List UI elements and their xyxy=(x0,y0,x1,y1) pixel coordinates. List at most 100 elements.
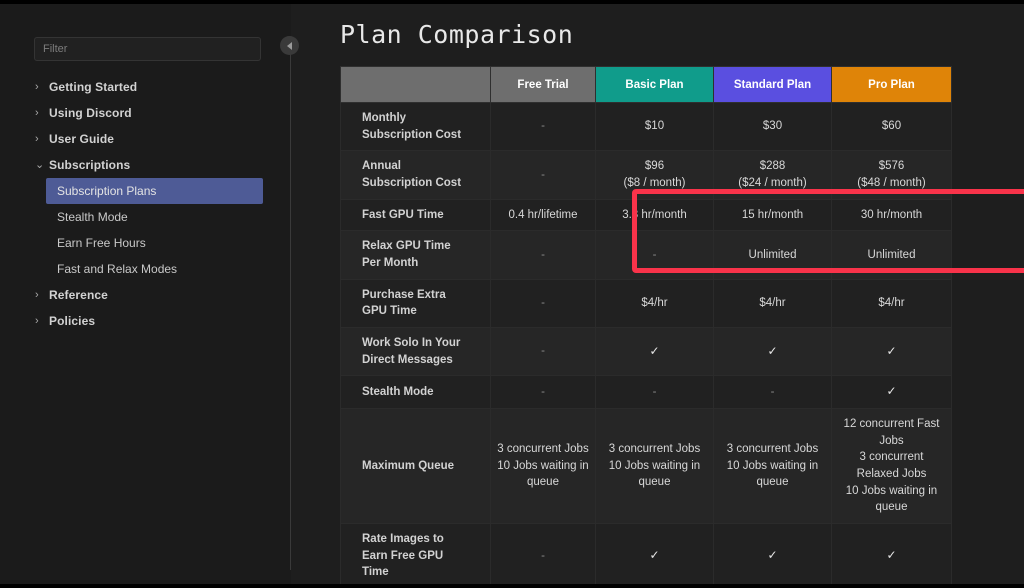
table-cell: - xyxy=(490,375,596,410)
top-edge-strip xyxy=(0,0,1024,4)
sidebar-item-stealth-mode[interactable]: Stealth Mode xyxy=(0,204,291,230)
filter-input[interactable] xyxy=(34,37,261,61)
table-cell: $4/hr xyxy=(595,278,714,329)
table-cell: - xyxy=(490,150,596,200)
table-cell: ✓ xyxy=(831,327,952,377)
page-title: Plan Comparison xyxy=(340,20,574,49)
sidebar-collapse-button[interactable] xyxy=(280,36,299,55)
table-cell: $576 ($48 / month) xyxy=(831,150,952,200)
table-cell: $288 ($24 / month) xyxy=(713,150,832,200)
bottom-edge-strip xyxy=(0,584,1024,588)
check-icon: ✓ xyxy=(886,384,897,399)
table-cell: 12 concurrent Fast Jobs 3 concurrent Rela… xyxy=(831,408,952,525)
chevron-right-icon: › xyxy=(35,80,39,93)
chevron-right-icon: › xyxy=(35,314,39,327)
table-row: Stealth Mode - - - ✓ xyxy=(340,375,952,410)
row-label: Fast GPU Time xyxy=(340,198,491,232)
table-cell: - xyxy=(595,230,714,280)
table-cell: Unlimited xyxy=(713,230,832,280)
sidebar-item-earn-free-hours[interactable]: Earn Free Hours xyxy=(0,230,291,256)
sidebar-item-label: Subscription Plans xyxy=(57,184,157,198)
sidebar-item-label: User Guide xyxy=(49,132,115,146)
header-basic-plan: Basic Plan xyxy=(595,66,714,103)
sidebar-item-label: Using Discord xyxy=(49,106,132,120)
table-cell: 3.3 hr/month xyxy=(595,198,714,232)
table-cell: - xyxy=(490,101,596,152)
dash-placeholder: - xyxy=(770,385,775,398)
table-cell: - xyxy=(595,375,714,410)
sidebar-item-subscriptions[interactable]: ⌄ Subscriptions xyxy=(0,152,291,178)
table-cell: $10 xyxy=(595,101,714,152)
table-row: Maximum Queue 3 concurrent Jobs 10 Jobs wa… xyxy=(340,408,952,525)
check-icon: ✓ xyxy=(649,548,660,563)
table-cell: - xyxy=(490,327,596,377)
table-cell: 3 concurrent Jobs 10 Jobs waiting in queu… xyxy=(490,408,596,525)
row-label: Stealth Mode xyxy=(340,375,491,410)
table-cell: ✓ xyxy=(831,375,952,410)
table-cell: Unlimited xyxy=(831,230,952,280)
sidebar-item-label: Subscriptions xyxy=(49,158,131,172)
dash-placeholder: - xyxy=(652,385,657,398)
plan-comparison-table-wrapper: Free Trial Basic Plan Standard Plan Pro … xyxy=(340,66,952,588)
table-row: Purchase Extra GPU Time - $4/hr $4/hr $4/hr xyxy=(340,278,952,329)
table-cell: - xyxy=(490,523,596,588)
dash-placeholder: - xyxy=(541,248,545,261)
table-row: Fast GPU Time 0.4 hr/lifetime 3.3 hr/month… xyxy=(340,198,952,232)
table-row: Rate Images to Earn Free GPU Time - ✓ ✓ ✓ xyxy=(340,523,952,588)
table-cell: $4/hr xyxy=(831,278,952,329)
dash-placeholder: - xyxy=(541,549,545,562)
chevron-right-icon: › xyxy=(35,132,39,145)
sidebar-item-subscription-plans[interactable]: Subscription Plans xyxy=(46,178,263,204)
table-cell: $30 xyxy=(713,101,832,152)
sidebar-item-label: Stealth Mode xyxy=(57,210,128,224)
sidebar-item-getting-started[interactable]: › Getting Started xyxy=(0,74,291,100)
table-cell: 0.4 hr/lifetime xyxy=(490,198,596,232)
sidebar-item-using-discord[interactable]: › Using Discord xyxy=(0,100,291,126)
table-cell: - xyxy=(713,375,832,410)
row-label: Relax GPU Time Per Month xyxy=(340,230,491,280)
table-cell: ✓ xyxy=(713,327,832,377)
table-header-row: Free Trial Basic Plan Standard Plan Pro … xyxy=(340,66,952,103)
row-label: Purchase Extra GPU Time xyxy=(340,278,491,329)
row-label: Rate Images to Earn Free GPU Time xyxy=(340,523,491,588)
table-cell: 3 concurrent Jobs 10 Jobs waiting in queu… xyxy=(595,408,714,525)
table-cell: 15 hr/month xyxy=(713,198,832,232)
table-row: Monthly Subscription Cost - $10 $30 $60 xyxy=(340,101,952,152)
header-blank xyxy=(340,66,491,103)
table-cell: $60 xyxy=(831,101,952,152)
dash-placeholder: - xyxy=(541,120,545,133)
check-icon: ✓ xyxy=(767,343,778,358)
row-label: Monthly Subscription Cost xyxy=(340,101,491,152)
sidebar-item-fast-and-relax-modes[interactable]: Fast and Relax Modes xyxy=(0,256,291,282)
chevron-left-icon xyxy=(286,41,292,50)
table-row: Work Solo In Your Direct Messages - ✓ ✓ ✓ xyxy=(340,327,952,377)
table-header: Free Trial Basic Plan Standard Plan Pro … xyxy=(340,66,952,103)
check-icon: ✓ xyxy=(767,548,778,563)
table-cell: ✓ xyxy=(595,327,714,377)
header-free-trial: Free Trial xyxy=(490,66,596,103)
chevron-right-icon: › xyxy=(35,106,39,119)
plan-comparison-table: Free Trial Basic Plan Standard Plan Pro … xyxy=(340,66,952,588)
dash-placeholder: - xyxy=(541,345,545,358)
header-pro-plan: Pro Plan xyxy=(831,66,952,103)
table-row: Relax GPU Time Per Month - - Unlimited Unlimi… xyxy=(340,230,952,280)
check-icon: ✓ xyxy=(649,343,660,358)
app-root: › Getting Started › Using Discord › User Guid… xyxy=(0,0,1024,588)
sidebar-item-label: Earn Free Hours xyxy=(57,236,146,250)
table-cell: ✓ xyxy=(713,523,832,588)
dash-placeholder: - xyxy=(541,297,545,310)
main-content: Plan Comparison Free Trial Basic Plan St… xyxy=(291,4,1024,588)
row-label: Maximum Queue xyxy=(340,408,491,525)
table-cell: ✓ xyxy=(595,523,714,588)
table-cell: ✓ xyxy=(831,523,952,588)
sidebar-item-label: Fast and Relax Modes xyxy=(57,262,178,276)
sidebar-item-policies[interactable]: › Policies xyxy=(0,308,291,334)
sidebar-nav: › Getting Started › Using Discord › User Guid… xyxy=(0,74,291,334)
sidebar-item-user-guide[interactable]: › User Guide xyxy=(0,126,291,152)
sidebar-item-reference[interactable]: › Reference xyxy=(0,282,291,308)
chevron-right-icon: › xyxy=(35,288,39,301)
table-cell: - xyxy=(490,278,596,329)
header-standard-plan: Standard Plan xyxy=(713,66,832,103)
table-row: Annual Subscription Cost - $96 ($8 / month) $… xyxy=(340,150,952,200)
table-cell: 3 concurrent Jobs 10 Jobs waiting in queu… xyxy=(713,408,832,525)
